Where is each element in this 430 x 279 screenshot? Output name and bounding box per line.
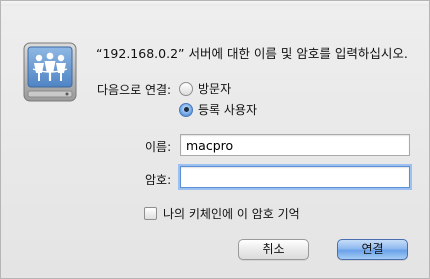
password-input[interactable] xyxy=(180,166,410,188)
dialog-top-edge xyxy=(1,1,429,6)
checkbox-icon[interactable] xyxy=(144,207,157,220)
password-field-label: 암호: xyxy=(145,173,172,187)
connect-button[interactable]: 연결 xyxy=(337,239,408,260)
remember-keychain-checkbox[interactable]: 나의 키체인에 이 암호 기억 xyxy=(144,205,300,222)
radio-button-icon[interactable] xyxy=(179,81,193,96)
radio-guest-label: 방문자 xyxy=(198,82,232,96)
radio-guest[interactable]: 방문자 xyxy=(179,80,231,97)
remember-keychain-label: 나의 키체인에 이 암호 기억 xyxy=(163,207,300,221)
radio-registered-user[interactable]: 등록 사용자 xyxy=(179,101,257,118)
network-server-icon xyxy=(21,39,79,105)
connect-as-label: 다음으로 연결: xyxy=(97,83,172,97)
name-input[interactable] xyxy=(180,134,410,156)
radio-registered-user-label: 등록 사용자 xyxy=(198,103,258,117)
radio-button-selected-icon[interactable] xyxy=(179,102,193,117)
cancel-button[interactable]: 취소 xyxy=(238,239,309,260)
login-dialog: “192.168.0.2” 서버에 대한 이름 및 암호를 입력하십시오. 다음… xyxy=(0,0,430,279)
dialog-prompt: “192.168.0.2” 서버에 대한 이름 및 암호를 입력하십시오. xyxy=(96,46,408,61)
name-field-label: 이름: xyxy=(145,140,172,154)
